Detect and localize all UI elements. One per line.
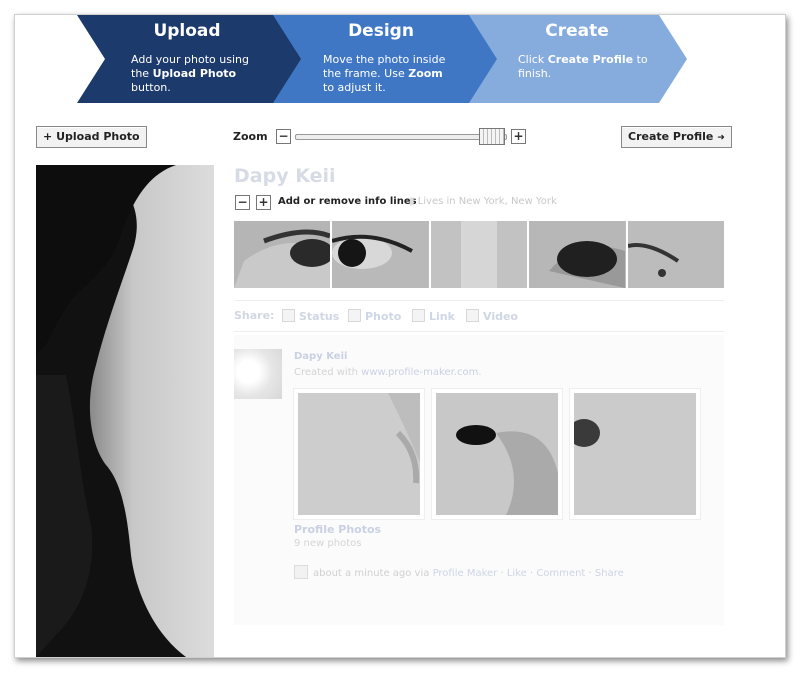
profile-maker-app-link[interactable]: Profile Maker bbox=[433, 568, 498, 579]
lives-in-text: ▮ Lives in New York, New York bbox=[409, 196, 557, 207]
share-link-feed[interactable]: Share bbox=[595, 568, 624, 579]
profile-name: Dapy Keii bbox=[234, 165, 336, 187]
like-link[interactable]: Like bbox=[507, 568, 527, 579]
share-video[interactable]: Video bbox=[466, 309, 518, 323]
feed-meta: about a minute ago via Profile Maker · L… bbox=[294, 565, 624, 579]
photo-strip bbox=[234, 221, 725, 288]
step-design-desc: Move the photo inside the frame. Use Zoo… bbox=[323, 53, 446, 94]
face-photo-image bbox=[36, 165, 214, 657]
zoom-in-button[interactable]: + bbox=[511, 129, 526, 144]
comment-link[interactable]: Comment bbox=[536, 568, 585, 579]
feed-avatar[interactable] bbox=[234, 349, 282, 399]
album-count: 9 new photos bbox=[294, 538, 362, 549]
step-design-title: Design bbox=[348, 21, 414, 41]
upload-photo-label: Upload Photo bbox=[56, 130, 140, 143]
create-profile-button[interactable]: Create Profile ➜ bbox=[621, 126, 732, 148]
eye-image bbox=[529, 221, 626, 288]
zoom-slider-track[interactable] bbox=[295, 134, 507, 140]
eye-image bbox=[234, 221, 331, 288]
nose-image bbox=[436, 393, 558, 515]
zoom-label: Zoom bbox=[233, 130, 268, 143]
eye-image bbox=[627, 221, 724, 288]
share-bar: Share: Status Photo Link Video bbox=[234, 300, 724, 332]
link-icon bbox=[412, 309, 425, 322]
strip-photo-eye-far-right[interactable] bbox=[627, 221, 725, 288]
profile-picture-frame[interactable] bbox=[36, 165, 214, 657]
remove-info-line-button[interactable]: − bbox=[235, 195, 250, 210]
profile-maker-link[interactable]: www.profile-maker.com bbox=[361, 367, 478, 378]
info-lines-label: Add or remove info lines bbox=[278, 196, 417, 207]
strip-photo-eye-left[interactable] bbox=[234, 221, 331, 288]
upload-photo-button[interactable]: + Upload Photo bbox=[36, 126, 147, 148]
album-title[interactable]: Profile Photos bbox=[294, 523, 381, 536]
album-icon bbox=[294, 565, 308, 579]
share-label: Share: bbox=[234, 309, 275, 322]
share-link[interactable]: Link bbox=[412, 309, 455, 323]
strip-photo-nose-bridge[interactable] bbox=[430, 221, 528, 288]
add-info-line-button[interactable]: + bbox=[256, 195, 271, 210]
arrow-right-icon: ➜ bbox=[717, 133, 725, 143]
zoom-out-button[interactable]: − bbox=[276, 129, 291, 144]
status-icon bbox=[282, 309, 295, 322]
video-icon bbox=[466, 309, 479, 322]
create-profile-label: Create Profile bbox=[628, 130, 714, 143]
feed-created-with: Created with www.profile-maker.com. bbox=[294, 367, 482, 378]
step-create-desc: Click Create Profile to finish. bbox=[518, 53, 648, 80]
album-thumbnails bbox=[294, 389, 700, 519]
eye-image bbox=[332, 221, 429, 288]
share-photo[interactable]: Photo bbox=[348, 309, 401, 323]
step-upload-title: Upload bbox=[153, 21, 221, 41]
steps-banner: Upload Add your photo using the Upload P… bbox=[77, 15, 717, 103]
album-photo-cheek[interactable] bbox=[294, 389, 424, 519]
share-status[interactable]: Status bbox=[282, 309, 339, 323]
photo-icon bbox=[348, 309, 361, 322]
album-photo-nose[interactable] bbox=[432, 389, 562, 519]
nostril-image bbox=[574, 393, 696, 515]
strip-photo-eye-center-left[interactable] bbox=[332, 221, 429, 288]
zoom-slider-handle[interactable] bbox=[479, 128, 505, 145]
album-photo-nostril[interactable] bbox=[570, 389, 700, 519]
feed-author-name[interactable]: Dapy Keii bbox=[294, 351, 347, 362]
step-create-title: Create bbox=[545, 21, 609, 41]
nose-bridge-image bbox=[430, 221, 527, 288]
plus-icon: + bbox=[43, 130, 53, 143]
home-icon: ▮ bbox=[409, 196, 418, 207]
profile-maker-window: Upload Add your photo using the Upload P… bbox=[14, 14, 786, 658]
step-upload-desc: Add your photo using the Upload Photo bu… bbox=[131, 53, 249, 94]
strip-photo-eye-right[interactable] bbox=[529, 221, 626, 288]
cheek-image bbox=[298, 393, 420, 515]
